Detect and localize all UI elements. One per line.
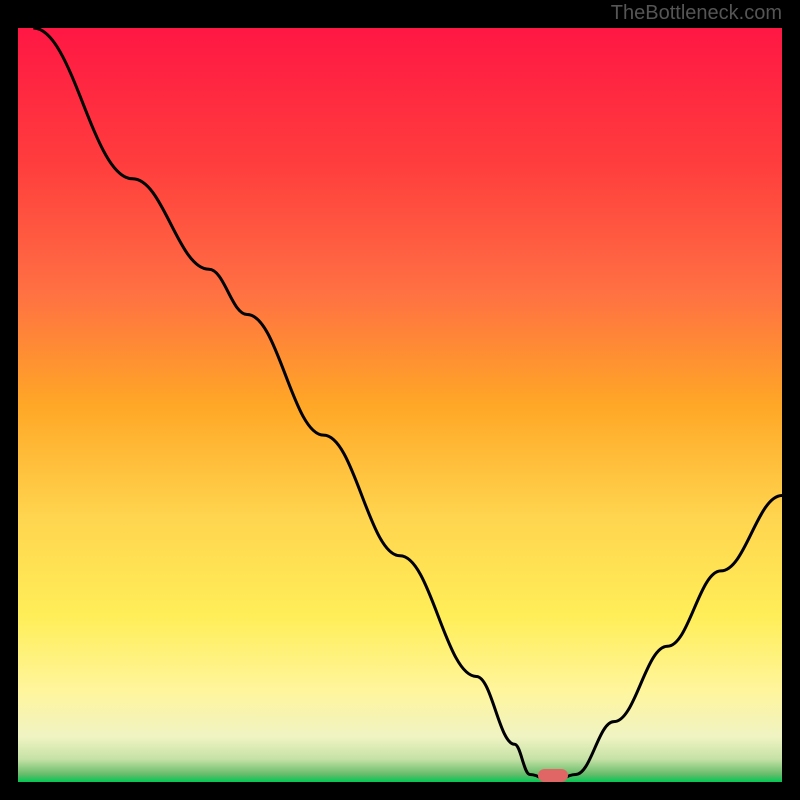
chart-plot (18, 28, 782, 782)
optimal-marker (538, 769, 568, 782)
chart-container (18, 28, 782, 782)
watermark-text: TheBottleneck.com (611, 2, 782, 25)
gradient-background (18, 28, 782, 782)
